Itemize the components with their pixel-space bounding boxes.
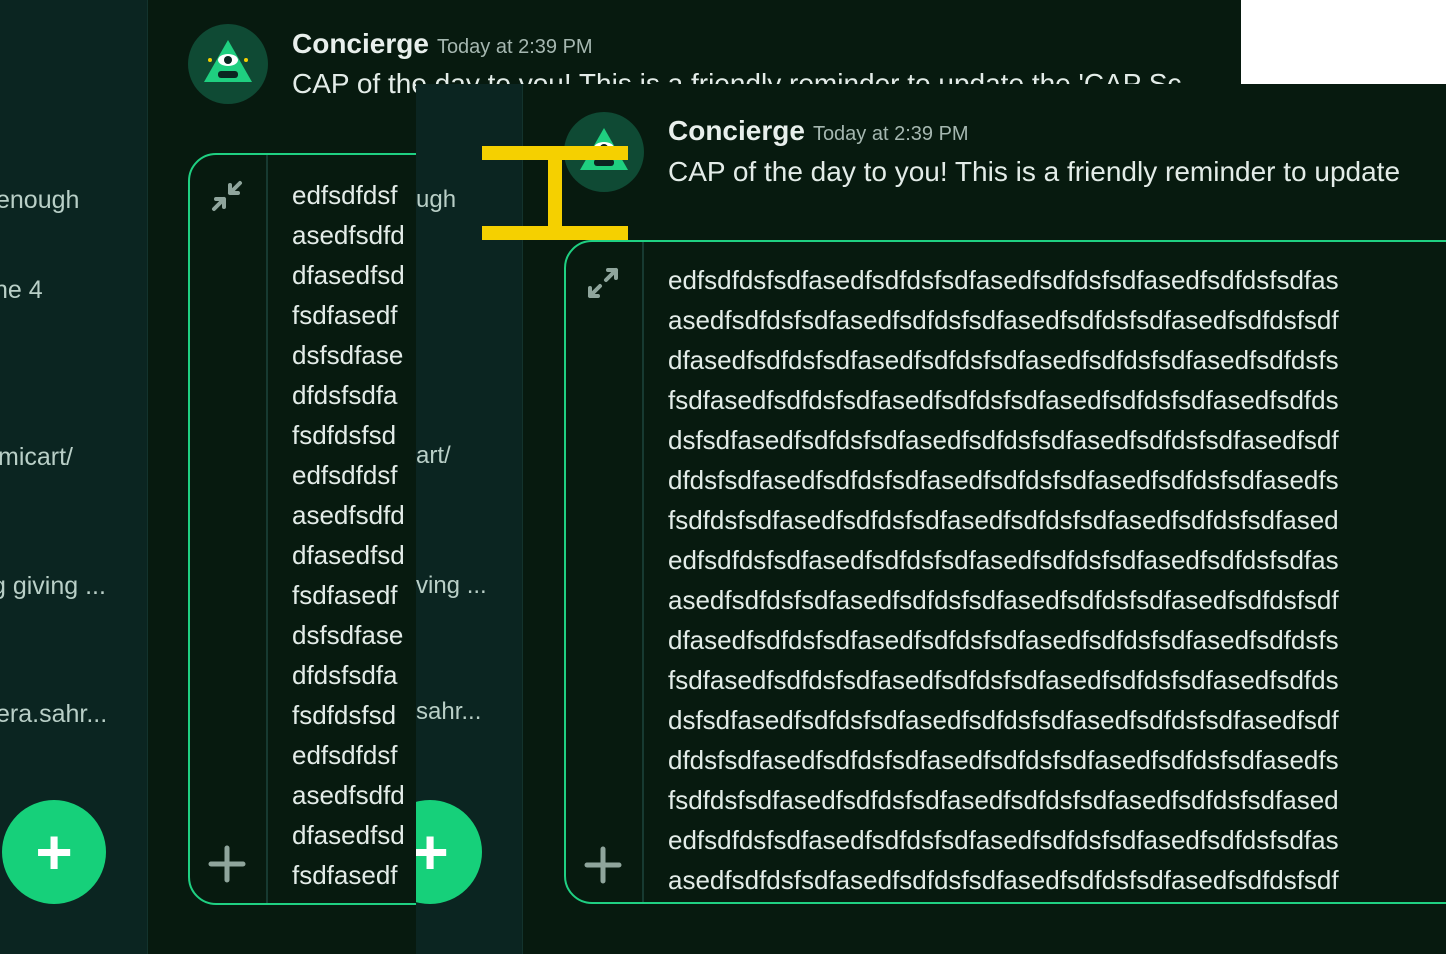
code-line: asedfsdfd (292, 780, 405, 810)
plus-icon[interactable] (584, 846, 622, 889)
code-line: dsfsdfase (292, 620, 404, 650)
code-line: edfsdfdsfsdfasedfsdfdsfsdfasedfsdfdsfsdf… (668, 545, 1339, 575)
code-line: dfasedfsd (292, 820, 405, 850)
concierge-avatar-icon (188, 24, 268, 104)
sender-name[interactable]: Concierge (292, 28, 429, 59)
code-line: dfasedfsd (292, 540, 405, 570)
code-line: dfdsfsdfasedfsdfdsfsdfasedfsdfdsfsdfased… (668, 745, 1339, 775)
code-line: fsdfasedfsdfdsfsdfasedfsdfdsfsdfasedfsdf… (668, 665, 1339, 695)
code-line: dfdsfsdfa (292, 380, 398, 410)
sidebar-item[interactable]: ugh (416, 186, 456, 214)
timestamp: Today at 2:39 PM (436, 36, 593, 58)
code-line: asedfsdfdsfsdfasedfsdfdsfsdfasedfsdfdsfs… (668, 865, 1339, 895)
sidebar-item[interactable]: micart/ (0, 443, 73, 472)
plus-icon[interactable] (208, 845, 246, 888)
message-header: Concierge Today at 2:39 PM (292, 28, 593, 60)
collapse-arrows-icon[interactable] (208, 177, 246, 220)
code-gutter (566, 242, 644, 902)
code-lines: edfsdfdsfsdfasedfsdfdsfsdfasedfsdfdsfsdf… (668, 260, 1339, 900)
sidebar-item[interactable]: ne 4 (0, 276, 43, 305)
expand-arrows-icon[interactable] (584, 264, 622, 307)
code-line: edfsdfdsfsdfasedfsdfdsfsdfasedfsdfdsfsdf… (668, 265, 1339, 295)
code-line: dfdsfsdfasedfsdfdsfsdfasedfsdfdsfsdfased… (668, 465, 1339, 495)
code-line: fsdfdsfsd (292, 420, 397, 450)
code-line: dsfsdfasedfsdfdsfsdfasedfsdfdsfsdfasedfs… (668, 705, 1339, 735)
sidebar: enough ne 4 micart/ g giving ... era.sah… (0, 0, 148, 954)
code-line: edfsdfdsf (292, 460, 398, 490)
sidebar-item[interactable]: ving ... (416, 572, 487, 600)
code-line: edfsdfdsf (292, 180, 398, 210)
code-line: fsdfasedf (292, 860, 398, 890)
code-line: fsdfdsfsd (292, 700, 397, 730)
sender-name[interactable]: Concierge (668, 115, 805, 146)
sidebar-item[interactable]: sahr... (416, 698, 481, 726)
code-gutter (190, 155, 268, 903)
sidebar-item[interactable]: enough (0, 186, 79, 215)
code-line: fsdfasedf (292, 300, 398, 330)
message-text: CAP of the day to you! This is a friendl… (668, 156, 1401, 187)
plus-icon: + (416, 800, 482, 904)
code-line: asedfsdfdsfsdfasedfsdfdsfsdfasedfsdfdsfs… (668, 585, 1339, 615)
timestamp: Today at 2:39 PM (812, 123, 969, 145)
message-header: Concierge Today at 2:39 PM (668, 115, 969, 147)
code-line: fsdfdsfsdfasedfsdfdsfsdfasedfsdfdsfsdfas… (668, 505, 1339, 535)
add-button[interactable]: + (416, 800, 482, 904)
blank-region (1241, 0, 1446, 84)
code-block: edfsdfdsfsdfasedfsdfdsfsdfasedfsdfdsfsdf… (564, 240, 1446, 904)
code-line: dsfsdfasedfsdfdsfsdfasedfsdfdsfsdfasedfs… (668, 425, 1339, 455)
code-line: fsdfasedfsdfdsfsdfasedfsdfdsfsdfasedfsdf… (668, 385, 1339, 415)
code-line: fsdfasedf (292, 580, 398, 610)
code-line: dfdsfsdfa (292, 660, 398, 690)
code-line: edfsdfdsfsdfasedfsdfdsfsdfasedfsdfdsfsdf… (668, 825, 1339, 855)
code-line: dsfsdfase (292, 340, 404, 370)
add-button[interactable]: + (2, 800, 106, 904)
code-line: dfasedfsdfdsfsdfasedfsdfdsfsdfasedfsdfds… (668, 345, 1339, 375)
code-line: edfsdfdsf (292, 740, 398, 770)
sidebar-item[interactable]: art/ (416, 442, 451, 470)
code-line: asedfsdfdsfsdfasedfsdfdsfsdfasedfsdfdsfs… (668, 305, 1339, 335)
code-line: dfasedfsd (292, 260, 405, 290)
code-line: asedfsdfd (292, 220, 405, 250)
sidebar-item[interactable]: g giving ... (0, 572, 106, 601)
code-lines: edfsdfdsf asedfsdfd dfasedfsd fsdfasedf … (292, 175, 405, 895)
sidebar-item[interactable]: era.sahr... (0, 700, 107, 729)
text-cursor-icon (482, 146, 628, 240)
code-line: fsdfdsfsdfasedfsdfdsfsdfasedfsdfdsfsdfas… (668, 785, 1339, 815)
plus-icon: + (35, 816, 73, 888)
code-line: asedfsdfd (292, 500, 405, 530)
code-line: dfasedfsdfdsfsdfasedfsdfdsfsdfasedfsdfds… (668, 625, 1339, 655)
